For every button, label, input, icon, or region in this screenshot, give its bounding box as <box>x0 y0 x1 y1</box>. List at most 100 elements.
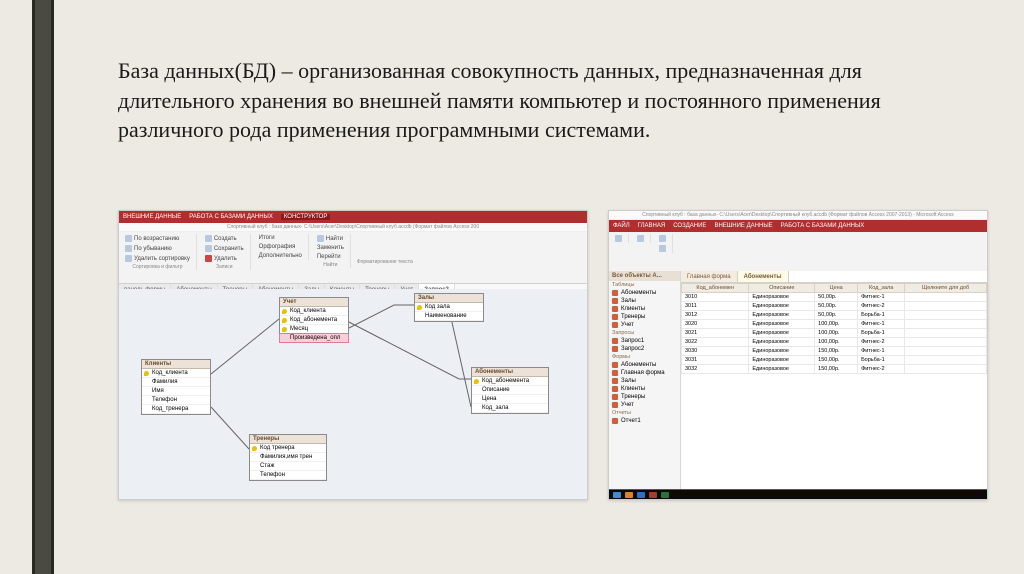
datagrid[interactable]: Код_абонеменОписаниеЦенаКод_залаЩелкните… <box>681 283 987 374</box>
cell[interactable] <box>905 338 987 347</box>
cell[interactable]: 3032 <box>682 365 749 374</box>
cell[interactable]: 100,00р. <box>815 338 858 347</box>
navigation-pane[interactable]: Все объекты A... ТаблицыАбонементыЗалыКл… <box>609 271 681 489</box>
cell[interactable]: 50,00р. <box>815 311 858 320</box>
cell[interactable]: Фитнес-1 <box>858 293 905 302</box>
table-row[interactable]: 3010Единоразовое50,00р.Фитнес-1 <box>682 293 987 302</box>
table-row[interactable]: 3030Единоразовое150,00р.Фитнес-1 <box>682 347 987 356</box>
cell[interactable]: Единоразовое <box>749 293 815 302</box>
taskbar-item[interactable] <box>661 492 669 498</box>
field[interactable]: Телефон <box>250 471 326 480</box>
cell[interactable] <box>905 311 987 320</box>
column-header[interactable]: Цена <box>815 284 858 293</box>
cell[interactable]: Борьба-1 <box>858 311 905 320</box>
nav-group-label[interactable]: Отчеты <box>609 409 680 417</box>
cell[interactable]: 3022 <box>682 338 749 347</box>
table-row[interactable]: 3012Единоразовое50,00р.Борьба-1 <box>682 311 987 320</box>
table-row[interactable]: 3011Единоразовое50,00р.Фитнес-2 <box>682 302 987 311</box>
ribbon-btn[interactable]: По возрастанию <box>123 234 192 243</box>
cell[interactable]: 3030 <box>682 347 749 356</box>
ribbon-btn[interactable]: Дополнительно <box>257 252 304 260</box>
nav-item[interactable]: Главная форма <box>609 369 680 377</box>
nav-group-label[interactable]: Запросы <box>609 329 680 337</box>
menu-item[interactable]: РАБОТА С БАЗАМИ ДАННЫХ <box>189 214 273 220</box>
cell[interactable]: 150,00р. <box>815 356 858 365</box>
cell[interactable]: Фитнес-1 <box>858 320 905 329</box>
cell[interactable]: Единоразовое <box>749 338 815 347</box>
cell[interactable]: 50,00р. <box>815 293 858 302</box>
relationship-diagram[interactable]: Клиенты Код_клиента Фамилия Имя Телефон … <box>119 289 587 499</box>
field[interactable]: Цена <box>472 395 548 404</box>
cell[interactable]: 100,00р. <box>815 329 858 338</box>
menu-item[interactable]: ВНЕШНИЕ ДАННЫЕ <box>123 214 181 220</box>
field[interactable]: Код_зала <box>472 404 548 413</box>
taskbar-item[interactable] <box>625 492 633 498</box>
table-row[interactable]: 3031Единоразовое150,00р.Борьба-1 <box>682 356 987 365</box>
ribbon-btn[interactable]: Удалить сортировку <box>123 254 192 263</box>
nav-item[interactable]: Отчет1 <box>609 417 680 425</box>
menu-item[interactable]: ФАЙЛ <box>613 223 630 229</box>
cell[interactable]: Единоразовое <box>749 320 815 329</box>
field-selected[interactable]: Произведена_опл <box>279 333 349 343</box>
table-row[interactable]: 3021Единоразовое100,00р.Борьба-1 <box>682 329 987 338</box>
ribbon-btn[interactable]: Удалить <box>203 254 246 263</box>
nav-group-label[interactable]: Таблицы <box>609 281 680 289</box>
taskbar-item[interactable] <box>637 492 645 498</box>
table-klienty[interactable]: Клиенты Код_клиента Фамилия Имя Телефон … <box>141 359 211 415</box>
ribbon-btn[interactable] <box>613 234 624 243</box>
table-row[interactable]: 3032Единоразовое150,00р.Фитнес-2 <box>682 365 987 374</box>
table-zaly[interactable]: Залы Код зала Наименование <box>414 293 484 322</box>
cell[interactable]: Борьба-1 <box>858 329 905 338</box>
windows-taskbar[interactable] <box>609 490 987 499</box>
table-row[interactable]: 3020Единоразовое100,00р.Фитнес-1 <box>682 320 987 329</box>
cell[interactable]: Единоразовое <box>749 347 815 356</box>
ribbon-btn[interactable]: Итоги <box>257 234 304 242</box>
cell[interactable]: 3020 <box>682 320 749 329</box>
table-abonementy[interactable]: Абонементы Код_абонемента Описание Цена … <box>471 367 549 414</box>
nav-group-label[interactable]: Формы <box>609 353 680 361</box>
field[interactable]: Код_тренера <box>142 405 210 414</box>
nav-item[interactable]: Абонементы <box>609 289 680 297</box>
field[interactable]: Телефон <box>142 396 210 405</box>
column-header[interactable]: Код_абонемен <box>682 284 749 293</box>
nav-item[interactable]: Учет <box>609 401 680 409</box>
nav-item[interactable]: Абонементы <box>609 361 680 369</box>
menu-item[interactable]: ГЛАВНАЯ <box>638 223 666 229</box>
cell[interactable]: 50,00р. <box>815 302 858 311</box>
cell[interactable]: Фитнес-2 <box>858 365 905 374</box>
cell[interactable]: Единоразовое <box>749 329 815 338</box>
column-header[interactable]: Описание <box>749 284 815 293</box>
field-key[interactable]: Код_абонемента <box>472 377 548 386</box>
field-key[interactable]: Код зала <box>415 303 483 312</box>
field[interactable]: Стаж <box>250 462 326 471</box>
nav-item[interactable]: Клиенты <box>609 305 680 313</box>
cell[interactable]: Фитнес-1 <box>858 347 905 356</box>
field-key[interactable]: Код_абонемента <box>280 316 348 325</box>
cell[interactable]: 100,00р. <box>815 320 858 329</box>
cell[interactable]: 3021 <box>682 329 749 338</box>
menu-item[interactable]: РАБОТА С БАЗАМИ ДАННЫХ <box>781 223 865 229</box>
nav-item[interactable]: Залы <box>609 297 680 305</box>
field-key[interactable]: Код тренера <box>250 444 326 453</box>
taskbar-item[interactable] <box>649 492 657 498</box>
nav-item[interactable]: Тренеры <box>609 313 680 321</box>
ribbon-btn[interactable] <box>635 234 646 243</box>
field[interactable]: Имя <box>142 387 210 396</box>
cell[interactable]: Фитнес-2 <box>858 338 905 347</box>
field[interactable]: Фамилия <box>142 378 210 387</box>
menu-item[interactable]: СОЗДАНИЕ <box>673 223 706 229</box>
cell[interactable]: 150,00р. <box>815 347 858 356</box>
column-header[interactable]: Щелкните для доб <box>905 284 987 293</box>
menu-item[interactable]: ВНЕШНИЕ ДАННЫЕ <box>714 223 772 229</box>
nav-item[interactable]: Тренеры <box>609 393 680 401</box>
sheet-tab-active[interactable]: Абонементы <box>738 271 789 282</box>
cell[interactable]: 3011 <box>682 302 749 311</box>
ribbon-btn[interactable]: Найти <box>315 234 346 243</box>
cell[interactable]: Единоразовое <box>749 311 815 320</box>
table-row[interactable]: 3022Единоразовое100,00р.Фитнес-2 <box>682 338 987 347</box>
cell[interactable]: Борьба-1 <box>858 356 905 365</box>
ribbon-btn[interactable] <box>657 234 668 243</box>
column-header[interactable]: Код_зала <box>858 284 905 293</box>
cell[interactable] <box>905 356 987 365</box>
cell[interactable] <box>905 320 987 329</box>
